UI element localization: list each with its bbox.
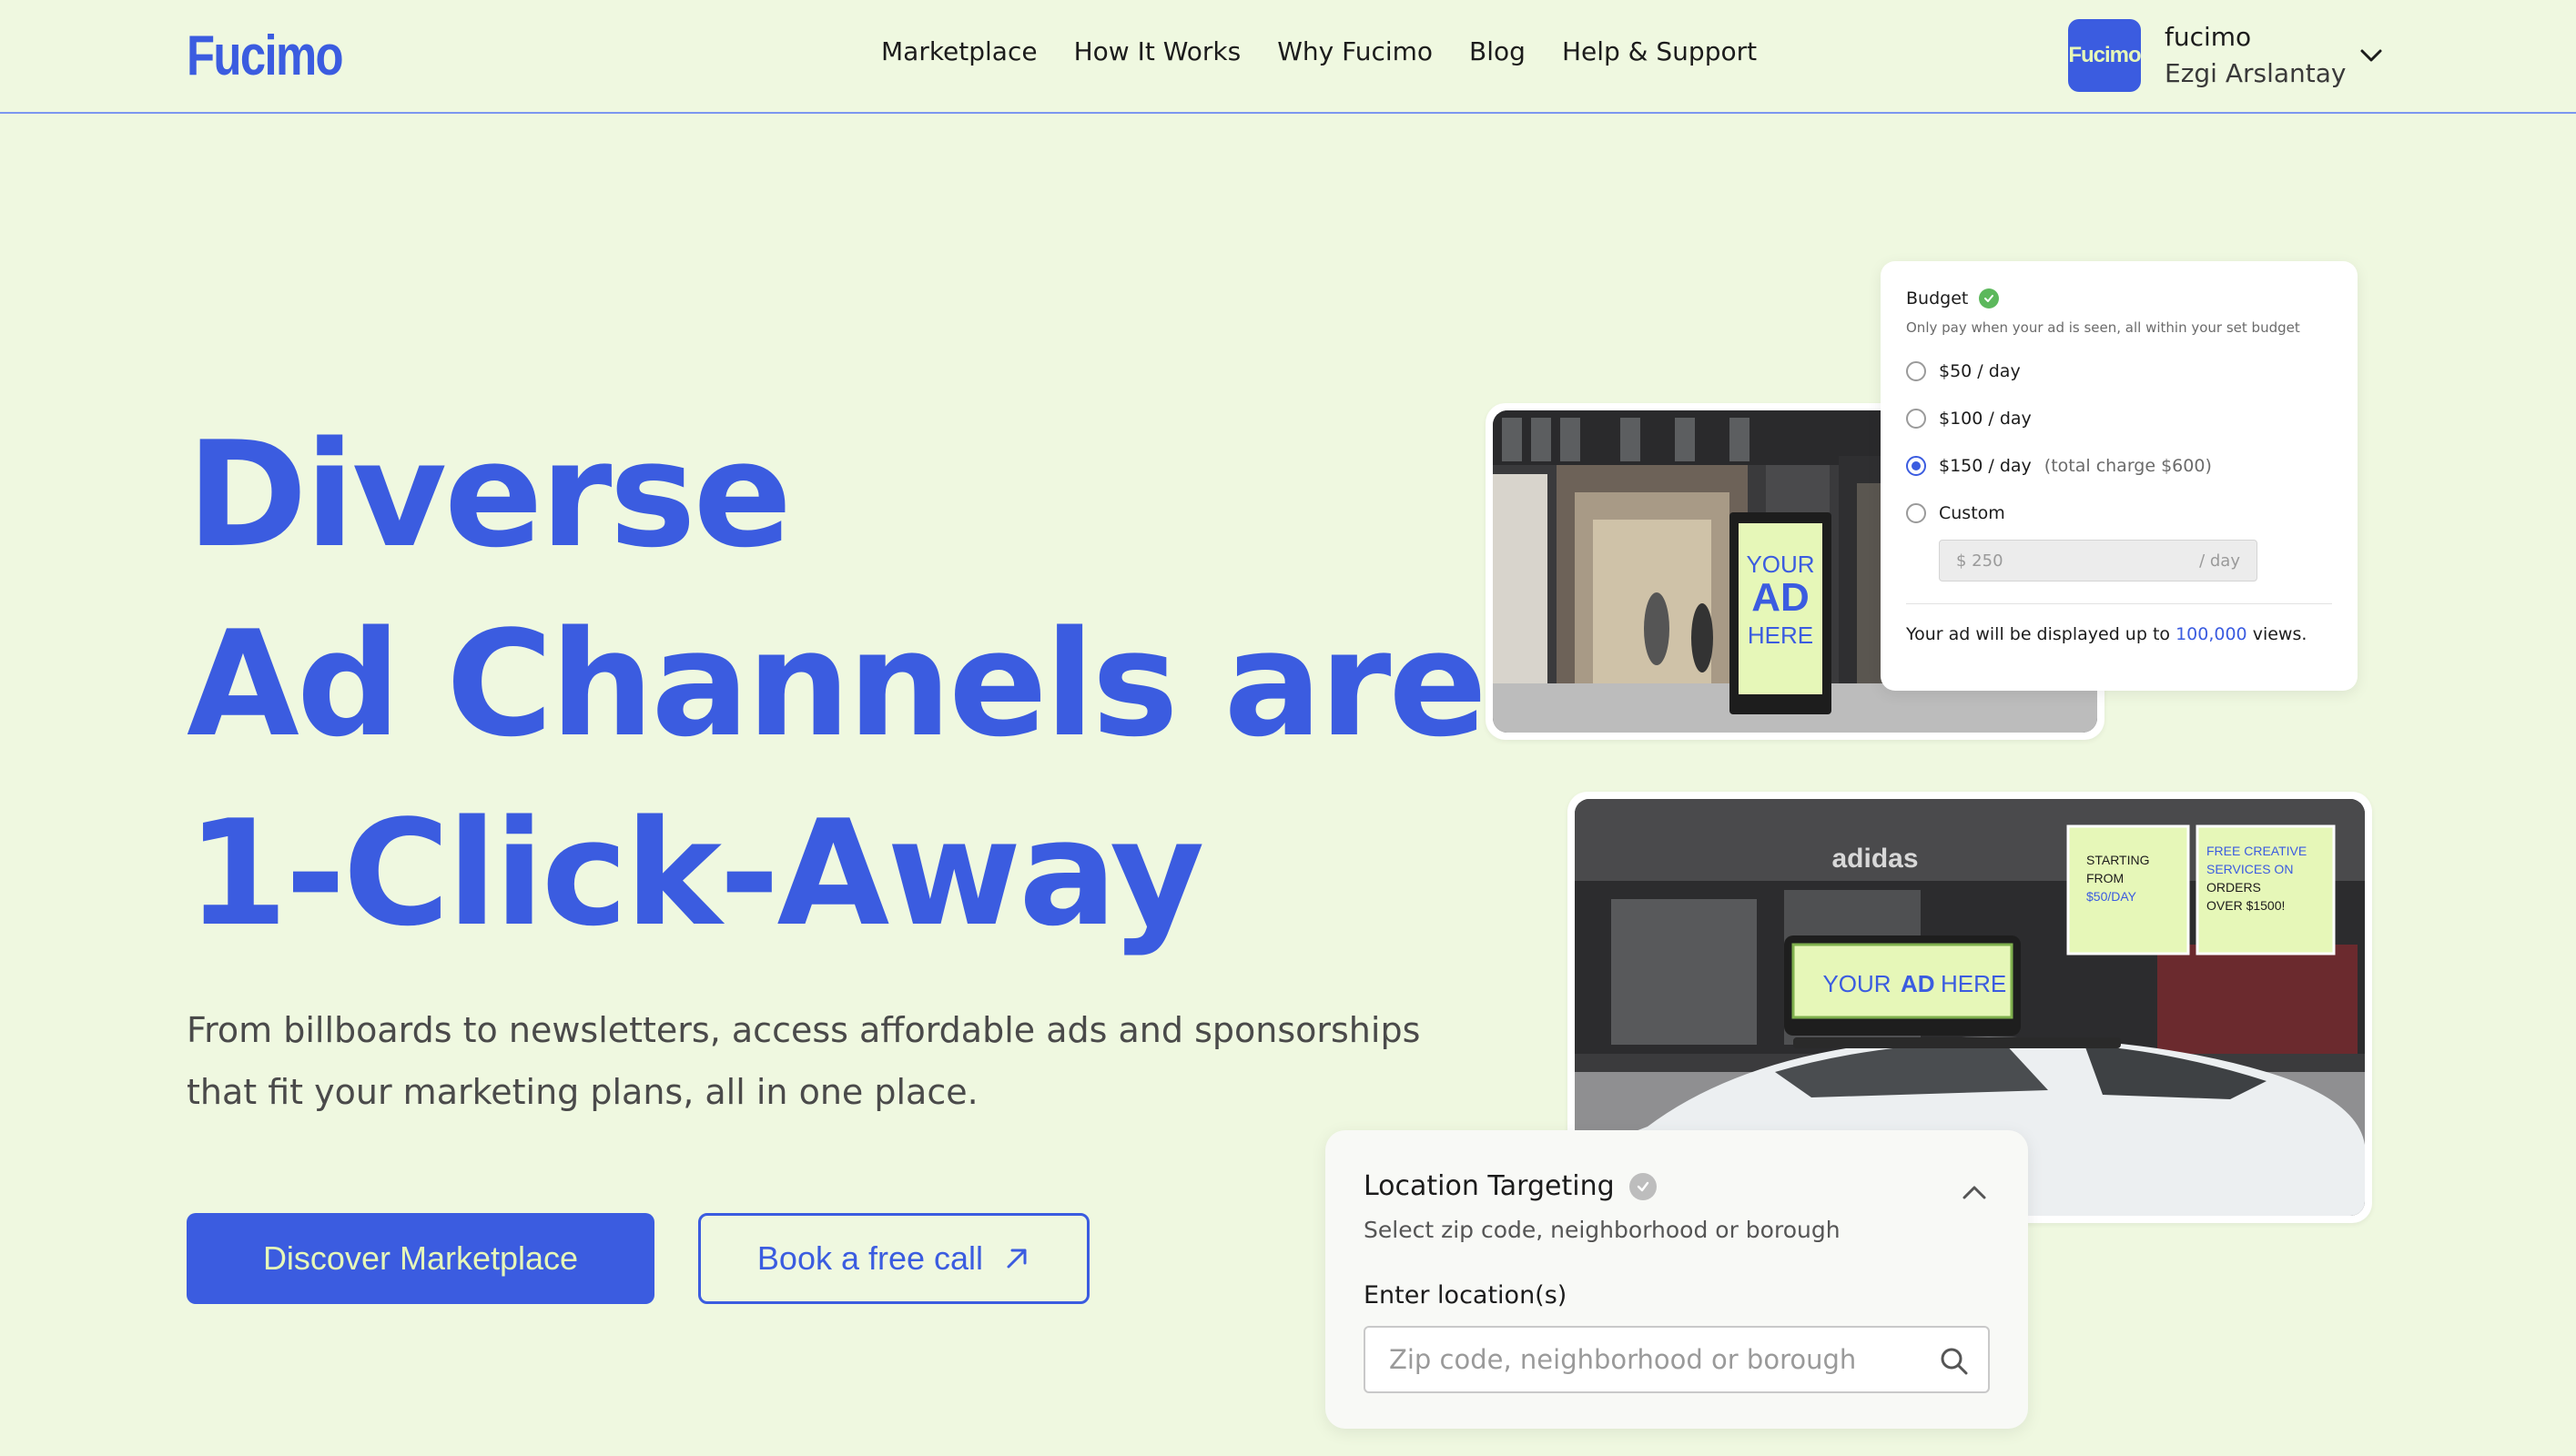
location-title-text: Location Targeting: [1364, 1170, 1615, 1202]
sign-text: $50/DAY: [2086, 889, 2137, 904]
billboard-ad-text: AD: [1751, 575, 1810, 620]
nav-how-it-works[interactable]: How It Works: [1074, 36, 1242, 66]
radio-button[interactable]: [1906, 361, 1926, 381]
billboard-ad-text: HERE: [1748, 622, 1813, 649]
chevron-up-icon[interactable]: [1959, 1178, 1990, 1208]
nav-marketplace[interactable]: Marketplace: [881, 36, 1038, 66]
hero-title-line: 1-Click-Away: [187, 788, 1204, 958]
custom-budget-unit: / day: [2199, 551, 2240, 571]
hero-title-line: Diverse: [187, 410, 792, 580]
custom-budget-value: $ 250: [1956, 551, 2003, 571]
budget-option-note: (total charge $600): [2044, 456, 2212, 476]
views-estimate: Your ad will be displayed up to 100,000 …: [1906, 624, 2332, 644]
sign-text: SERVICES ON: [2206, 862, 2293, 876]
sign-text: ORDERS: [2206, 880, 2261, 895]
budget-option-custom[interactable]: Custom: [1906, 503, 2332, 523]
avatar: Fucimo: [2068, 19, 2142, 92]
budget-option-150[interactable]: $150 / day (total charge $600): [1906, 456, 2332, 476]
nav-why-fucimo[interactable]: Why Fucimo: [1277, 36, 1433, 66]
hero-subtitle: From billboards to newsletters, access a…: [187, 999, 1443, 1123]
budget-option-100[interactable]: $100 / day: [1906, 409, 2332, 429]
account-menu[interactable]: Fucimo fucimo Ezgi Arslantay: [2068, 18, 2382, 93]
location-subtitle: Select zip code, neighborhood or borough: [1364, 1217, 1841, 1243]
check-circle-icon: [1628, 1172, 1657, 1200]
hero-title-line: Ad Channels are: [187, 599, 1487, 769]
location-input-wrapper: [1364, 1326, 1990, 1393]
views-prefix: Your ad will be displayed up to: [1906, 624, 2171, 644]
budget-option-50[interactable]: $50 / day: [1906, 361, 2332, 381]
car-topper-ad-text: HERE: [1941, 970, 2006, 997]
check-circle-icon: [1979, 288, 2000, 308]
account-user: Ezgi Arslantay: [2165, 58, 2347, 88]
location-title: Location Targeting: [1364, 1170, 1990, 1202]
location-input-label: Enter location(s): [1364, 1281, 1567, 1309]
arrow-up-right-icon: [1007, 1249, 1027, 1269]
budget-option-label: $100 / day: [1939, 409, 2032, 429]
car-topper-ad-text: AD: [1901, 970, 1935, 997]
sign-text: FROM: [2086, 871, 2124, 885]
custom-budget-input[interactable]: $ 250 / day: [1939, 540, 2257, 581]
views-number: 100,000: [2175, 624, 2247, 644]
account-text: fucimo Ezgi Arslantay: [2165, 19, 2347, 92]
main-nav: Marketplace How It Works Why Fucimo Blog…: [881, 36, 1757, 66]
budget-title-text: Budget: [1906, 288, 1969, 308]
budget-description: Only pay when your ad is seen, all withi…: [1906, 319, 2300, 336]
location-search-input[interactable]: [1365, 1328, 1988, 1391]
budget-option-label: $150 / day: [1939, 456, 2032, 476]
car-topper-ad-text: YOUR: [1822, 970, 1891, 997]
chevron-down-icon[interactable]: [2358, 42, 2385, 69]
book-call-label: Book a free call: [756, 1239, 984, 1277]
budget-card: Budget Only pay when your ad is seen, al…: [1881, 261, 2358, 691]
billboard-ad-text: YOUR: [1746, 551, 1814, 578]
budget-option-label: $50 / day: [1939, 361, 2021, 381]
hero-subtitle-line: that fit your marketing plans, all in on…: [187, 1072, 979, 1112]
search-icon[interactable]: [1939, 1346, 1970, 1377]
budget-title: Budget: [1906, 288, 2332, 308]
book-call-button[interactable]: Book a free call: [698, 1213, 1090, 1304]
radio-button[interactable]: [1906, 409, 1926, 429]
account-org: fucimo: [2165, 22, 2252, 52]
hero-subtitle-line: From billboards to newsletters, access a…: [187, 1010, 1421, 1050]
hero-title: Diverse Ad Channels are 1-Click-Away: [187, 400, 1487, 968]
discover-marketplace-button[interactable]: Discover Marketplace: [187, 1213, 654, 1304]
divider: [1906, 603, 2332, 604]
views-suffix: views.: [2252, 624, 2307, 644]
location-targeting-card: Location Targeting Select zip code, neig…: [1325, 1130, 2028, 1429]
budget-option-label: Custom: [1939, 503, 2005, 523]
radio-button[interactable]: [1906, 503, 1926, 523]
sign-text: STARTING: [2086, 853, 2150, 867]
site-header: Fucimo Marketplace How It Works Why Fuci…: [0, 0, 2576, 114]
nav-help-support[interactable]: Help & Support: [1562, 36, 1757, 66]
sign-text: OVER $1500!: [2206, 898, 2285, 913]
sign-text: FREE CREATIVE: [2206, 844, 2307, 858]
radio-button-selected[interactable]: [1906, 456, 1926, 476]
store-sign-text: adidas: [1831, 844, 1918, 874]
nav-blog[interactable]: Blog: [1469, 36, 1526, 66]
fucimo-logo[interactable]: Fucimo: [187, 24, 344, 88]
